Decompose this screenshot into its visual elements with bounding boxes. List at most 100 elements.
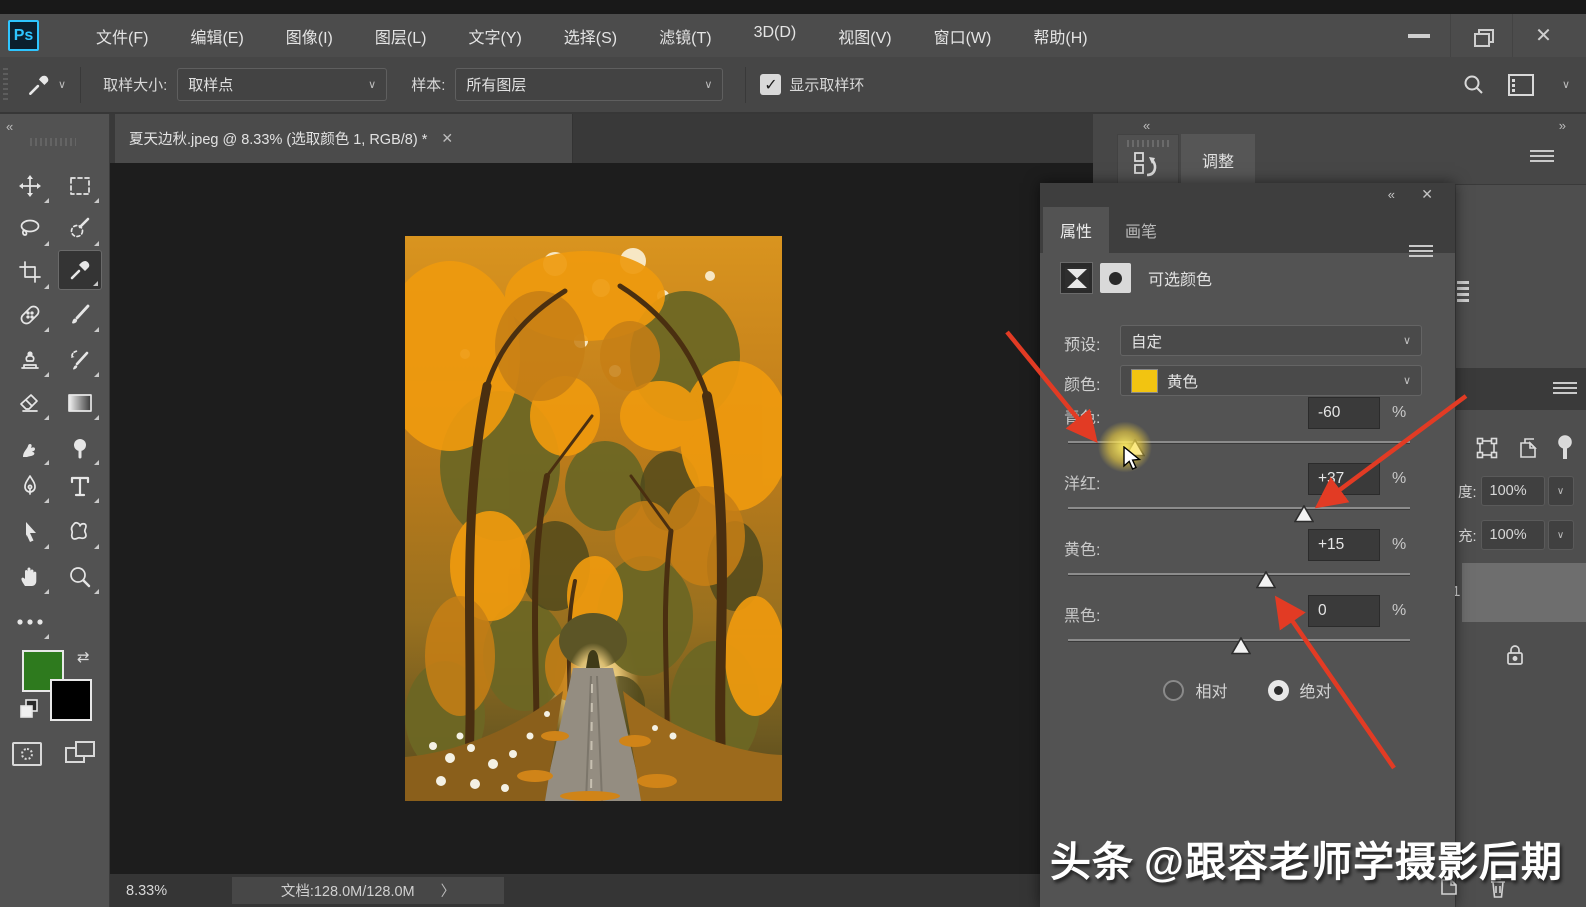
sample-size-value: 取样点 [188,74,233,95]
menu-item-9[interactable]: 视图(V) [817,18,912,54]
smudge-tool[interactable] [8,428,52,468]
adjustments-dock-strip: « » 调整 [1093,114,1586,185]
slider-handle[interactable] [1231,637,1251,655]
current-tool-button[interactable]: ∨ [26,72,66,98]
path-selection-tool[interactable] [8,512,52,552]
radio-relative[interactable]: 相对 [1163,678,1227,702]
menu-item-10[interactable]: 窗口(W) [913,18,1013,54]
relative-absolute-radios: 相对 绝对 [1040,678,1455,702]
status-chevron-icon[interactable]: 〉 [441,880,456,901]
lasso-tool[interactable] [8,209,52,249]
tab-properties[interactable]: 属性 [1043,207,1109,253]
brush-tool[interactable] [58,295,102,335]
menu-item-1[interactable]: 文件(F) [75,18,169,54]
bounding-box-icon[interactable] [1476,437,1498,459]
menu-item-7[interactable]: 滤镜(T) [638,18,732,54]
slider-track[interactable] [1068,639,1410,642]
slider-handle[interactable] [1256,571,1276,589]
document-info-field[interactable]: 文档:128.0M/128.0M 〉 [232,877,504,904]
expand-dock-icon[interactable]: » [1559,118,1566,133]
fill-dropdown-chevron[interactable]: ∨ [1548,520,1574,550]
panel-menu-icon[interactable] [1553,382,1577,396]
slider-value-field[interactable]: -60 [1308,397,1380,429]
opacity-field[interactable]: 100% [1481,476,1545,506]
slider-handle[interactable] [1125,439,1145,457]
close-button[interactable]: ✕ [1512,14,1574,57]
panel-menu-icon[interactable] [1530,150,1554,164]
show-sampling-ring-checkbox[interactable]: ✓ [760,74,781,95]
document-tab[interactable]: 夏天边秋.jpeg @ 8.33% (选取颜色 1, RGB/8) * ✕ [115,114,573,163]
zoom-level-field[interactable]: 8.33% [126,883,204,899]
move-tool[interactable] [8,166,52,206]
dodge-tool[interactable] [58,428,102,468]
chevron-down-icon: ∨ [368,78,376,91]
adjustment-layer-icon-tab[interactable] [1117,134,1179,185]
quick-mask-button[interactable] [12,742,42,766]
collapse-panel-icon[interactable]: « [1388,187,1395,202]
zoom-tool[interactable] [58,557,102,597]
slider-track[interactable] [1068,573,1410,576]
close-panel-icon[interactable]: ✕ [1421,186,1433,203]
radio-absolute[interactable]: 绝对 [1268,678,1332,702]
slider-value-field[interactable]: +15 [1308,529,1380,561]
slider-value-field[interactable]: 0 [1308,595,1380,627]
fill-field[interactable]: 100% [1481,520,1545,550]
pen-tool[interactable] [8,466,52,506]
chevron-down-icon[interactable]: ∨ [1562,78,1570,91]
menu-item-2[interactable]: 编辑(E) [169,18,264,54]
default-colors-icon[interactable] [19,698,41,720]
eyedropper-tool[interactable] [58,250,102,290]
minimize-button[interactable] [1388,14,1450,57]
swap-colors-icon[interactable]: ⇄ [77,648,90,666]
sample-dropdown[interactable]: 所有图层 ∨ [455,68,723,101]
slider-value-field[interactable]: +37 [1308,463,1380,495]
menu-item-5[interactable]: 文字(Y) [447,18,542,54]
slider-handle[interactable] [1294,505,1314,523]
screen-mode-button[interactable] [64,740,98,768]
sample-size-label: 取样大小: [103,74,167,95]
radio-button[interactable] [1268,680,1289,701]
half-pill-icon[interactable] [1558,435,1572,461]
custom-shape-tool[interactable] [58,512,102,552]
preset-dropdown[interactable]: 自定 ∨ [1120,325,1422,356]
panel-menu-icon[interactable] [1409,245,1433,259]
hand-tool[interactable] [8,557,52,597]
edit-toolbar-ellipsis[interactable] [8,602,52,642]
restore-button[interactable] [1450,14,1512,57]
type-tool[interactable] [58,466,102,506]
layer-page-icon[interactable] [1518,437,1538,459]
radio-button[interactable] [1163,680,1184,701]
slider-track[interactable] [1068,441,1410,444]
menu-item-3[interactable]: 图像(I) [265,18,354,54]
gradient-tool[interactable] [58,383,102,423]
quick-selection-tool[interactable] [58,209,102,249]
properties-panel-header[interactable]: « ✕ [1040,183,1455,207]
menu-item-6[interactable]: 选择(S) [543,18,638,54]
marquee-tool[interactable] [58,166,102,206]
panel-edge-grip[interactable] [1457,281,1469,303]
background-color-swatch[interactable] [50,679,92,721]
clone-stamp-tool[interactable] [8,340,52,380]
selected-layer-row[interactable] [1462,563,1586,622]
sample-size-dropdown[interactable]: 取样点 ∨ [177,68,387,101]
crop-tool[interactable] [8,252,52,292]
slider-unit: % [1392,470,1406,488]
tab-adjustments[interactable]: 调整 [1181,134,1255,185]
document-tab-close-icon[interactable]: ✕ [441,130,453,147]
menu-item-8[interactable]: 3D(D) [733,18,818,54]
menu-item-11[interactable]: 帮助(H) [1012,18,1108,54]
workspace-icon[interactable] [1508,74,1534,96]
lock-icon[interactable] [1504,643,1526,671]
collapse-dock-icon[interactable]: « [1143,118,1150,133]
color-dropdown[interactable]: 黄色 ∨ [1120,365,1422,396]
search-icon[interactable] [1462,73,1486,97]
opacity-dropdown-chevron[interactable]: ∨ [1548,476,1574,506]
menu-item-4[interactable]: 图层(L) [354,18,448,54]
healing-brush-tool[interactable] [8,295,52,335]
eraser-tool[interactable] [8,383,52,423]
collapse-tools-icon[interactable]: « [6,119,13,134]
tab-brushes[interactable]: 画笔 [1112,207,1170,253]
history-brush-tool[interactable] [58,340,102,380]
slider-track[interactable] [1068,507,1410,510]
layer-mask-icon[interactable] [1100,263,1131,293]
